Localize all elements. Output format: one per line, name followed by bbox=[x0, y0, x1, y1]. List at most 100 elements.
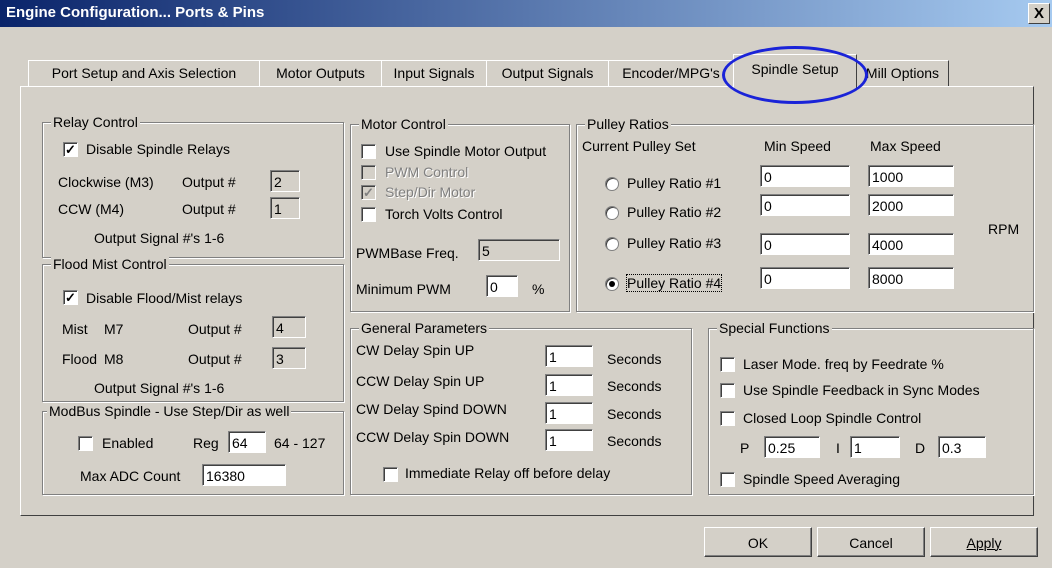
current-pulley-set-label: Current Pulley Set bbox=[582, 138, 696, 154]
tab-encoder-mpg[interactable]: Encoder/MPG's bbox=[608, 60, 734, 87]
p-gain-label: P bbox=[740, 440, 750, 456]
pulley-ratio-1-radio[interactable] bbox=[605, 177, 619, 191]
general-parameters-legend: General Parameters bbox=[359, 320, 490, 336]
pulley-ratio-3-radio[interactable] bbox=[605, 237, 619, 251]
mist-code: M7 bbox=[104, 321, 124, 337]
step-dir-motor-label: Step/Dir Motor bbox=[385, 184, 476, 200]
pulley-ratio-1-label: Pulley Ratio #1 bbox=[627, 175, 722, 191]
pulley-3-max-field[interactable]: 4000 bbox=[868, 233, 954, 255]
use-spindle-motor-label: Use Spindle Motor Output bbox=[385, 143, 547, 159]
i-gain-field[interactable]: 1 bbox=[850, 436, 900, 458]
minimum-pwm-unit: % bbox=[532, 281, 545, 297]
tab-mill-options[interactable]: Mill Options bbox=[856, 60, 949, 87]
modbus-enabled-checkbox[interactable] bbox=[78, 436, 93, 451]
flood-mist-legend: Flood Mist Control bbox=[51, 256, 169, 272]
pulley-4-max-field[interactable]: 8000 bbox=[868, 267, 954, 289]
tab-output-signals[interactable]: Output Signals bbox=[486, 60, 609, 87]
pulley-3-min-field[interactable]: 0 bbox=[760, 233, 850, 255]
ok-button[interactable]: OK bbox=[704, 527, 812, 557]
title-bar[interactable]: Engine Configuration... Ports & Pins X bbox=[0, 0, 1052, 27]
radio-selected-dot bbox=[609, 281, 615, 287]
apply-button[interactable]: Apply bbox=[930, 527, 1038, 557]
motor-control-legend: Motor Control bbox=[359, 116, 448, 132]
closed-loop-label: Closed Loop Spindle Control bbox=[743, 410, 922, 426]
pulley-1-max-field[interactable]: 1000 bbox=[868, 165, 954, 187]
ccw-output-label: Output # bbox=[182, 201, 236, 217]
cw-spin-down-unit: Seconds bbox=[607, 406, 662, 422]
cw-spin-up-unit: Seconds bbox=[607, 351, 662, 367]
cw-output-field[interactable]: 2 bbox=[270, 170, 300, 192]
p-gain-field[interactable]: 0.25 bbox=[764, 436, 820, 458]
pulley-ratio-4-radio[interactable] bbox=[605, 277, 619, 291]
laser-mode-label: Laser Mode. freq by Feedrate % bbox=[743, 356, 944, 372]
ccw-spin-down-label: CCW Delay Spin DOWN bbox=[356, 429, 510, 445]
tab-motor-outputs[interactable]: Motor Outputs bbox=[259, 60, 382, 87]
pwm-control-checkbox[interactable] bbox=[361, 165, 376, 180]
max-adc-field[interactable]: 16380 bbox=[202, 464, 286, 486]
flood-output-field[interactable]: 3 bbox=[272, 347, 306, 369]
speed-averaging-checkbox[interactable] bbox=[720, 472, 735, 487]
use-spindle-motor-checkbox[interactable] bbox=[361, 144, 376, 159]
pulley-ratio-2-label: Pulley Ratio #2 bbox=[627, 204, 722, 220]
dialog-window: Engine Configuration... Ports & Pins X P… bbox=[0, 0, 1052, 568]
pwm-base-freq-field[interactable]: 5 bbox=[478, 239, 560, 261]
disable-flood-mist-label: Disable Flood/Mist relays bbox=[86, 290, 243, 306]
tab-input-signals[interactable]: Input Signals bbox=[381, 60, 487, 87]
cw-spin-down-label: CW Delay Spind DOWN bbox=[356, 401, 507, 417]
pwm-base-freq-label: PWMBase Freq. bbox=[356, 245, 459, 261]
disable-spindle-relays-label: Disable Spindle Relays bbox=[86, 141, 230, 157]
mist-output-field[interactable]: 4 bbox=[272, 316, 306, 338]
ccw-spin-up-label: CCW Delay Spin UP bbox=[356, 373, 485, 389]
d-gain-label: D bbox=[915, 440, 926, 456]
pulley-2-max-field[interactable]: 2000 bbox=[868, 194, 954, 216]
cw-spin-up-label: CW Delay Spin UP bbox=[356, 342, 475, 358]
cw-label: Clockwise (M3) bbox=[58, 174, 154, 190]
special-functions-legend: Special Functions bbox=[717, 320, 832, 336]
laser-mode-checkbox[interactable] bbox=[720, 357, 735, 372]
pulley-1-min-field[interactable]: 0 bbox=[760, 165, 850, 187]
spindle-feedback-checkbox[interactable] bbox=[720, 383, 735, 398]
pulley-ratio-2-radio[interactable] bbox=[605, 206, 619, 220]
pwm-control-label: PWM Control bbox=[385, 164, 469, 180]
immediate-relay-checkbox[interactable] bbox=[383, 467, 398, 482]
ccw-spin-up-field[interactable]: 1 bbox=[545, 374, 593, 396]
ccw-spin-up-unit: Seconds bbox=[607, 378, 662, 394]
flood-output-label: Output # bbox=[188, 351, 242, 367]
relay-output-note: Output Signal #'s 1-6 bbox=[94, 230, 225, 246]
speed-averaging-label: Spindle Speed Averaging bbox=[743, 471, 900, 487]
pulley-2-min-field[interactable]: 0 bbox=[760, 194, 850, 216]
cw-spin-up-field[interactable]: 1 bbox=[545, 345, 593, 367]
mist-output-label: Output # bbox=[188, 321, 242, 337]
cw-spin-down-field[interactable]: 1 bbox=[545, 402, 593, 424]
ccw-label: CCW (M4) bbox=[58, 201, 125, 217]
pulley-ratio-3-label: Pulley Ratio #3 bbox=[627, 235, 722, 251]
mist-label: Mist bbox=[62, 321, 88, 337]
ccw-output-field[interactable]: 1 bbox=[270, 197, 300, 219]
closed-loop-checkbox[interactable] bbox=[720, 411, 735, 426]
minimum-pwm-label: Minimum PWM bbox=[356, 281, 451, 297]
min-speed-header: Min Speed bbox=[764, 138, 831, 154]
ccw-spin-down-unit: Seconds bbox=[607, 433, 662, 449]
modbus-reg-label: Reg bbox=[193, 435, 219, 451]
pulley-4-min-field[interactable]: 0 bbox=[760, 267, 850, 289]
tab-port-setup[interactable]: Port Setup and Axis Selection bbox=[28, 60, 260, 87]
cw-output-label: Output # bbox=[182, 174, 236, 190]
pulley-ratios-legend: Pulley Ratios bbox=[585, 116, 671, 132]
flood-code: M8 bbox=[104, 351, 124, 367]
step-dir-motor-checkbox[interactable]: ✓ bbox=[361, 185, 376, 200]
d-gain-field[interactable]: 0.3 bbox=[938, 436, 986, 458]
cancel-button[interactable]: Cancel bbox=[817, 527, 925, 557]
tab-spindle-setup[interactable]: Spindle Setup bbox=[733, 54, 857, 89]
immediate-relay-label: Immediate Relay off before delay bbox=[405, 465, 611, 481]
flood-output-note: Output Signal #'s 1-6 bbox=[94, 380, 225, 396]
close-button[interactable]: X bbox=[1028, 3, 1050, 24]
disable-flood-mist-checkbox[interactable]: ✓ bbox=[63, 290, 78, 305]
pulley-ratio-4-label: Pulley Ratio #4 bbox=[625, 274, 723, 292]
disable-spindle-relays-checkbox[interactable]: ✓ bbox=[63, 142, 78, 157]
torch-volts-checkbox[interactable] bbox=[361, 207, 376, 222]
ccw-spin-down-field[interactable]: 1 bbox=[545, 429, 593, 451]
i-gain-label: I bbox=[836, 440, 840, 456]
rpm-unit-label: RPM bbox=[988, 221, 1020, 237]
minimum-pwm-field[interactable]: 0 bbox=[486, 275, 518, 297]
modbus-reg-field[interactable]: 64 bbox=[228, 431, 266, 453]
